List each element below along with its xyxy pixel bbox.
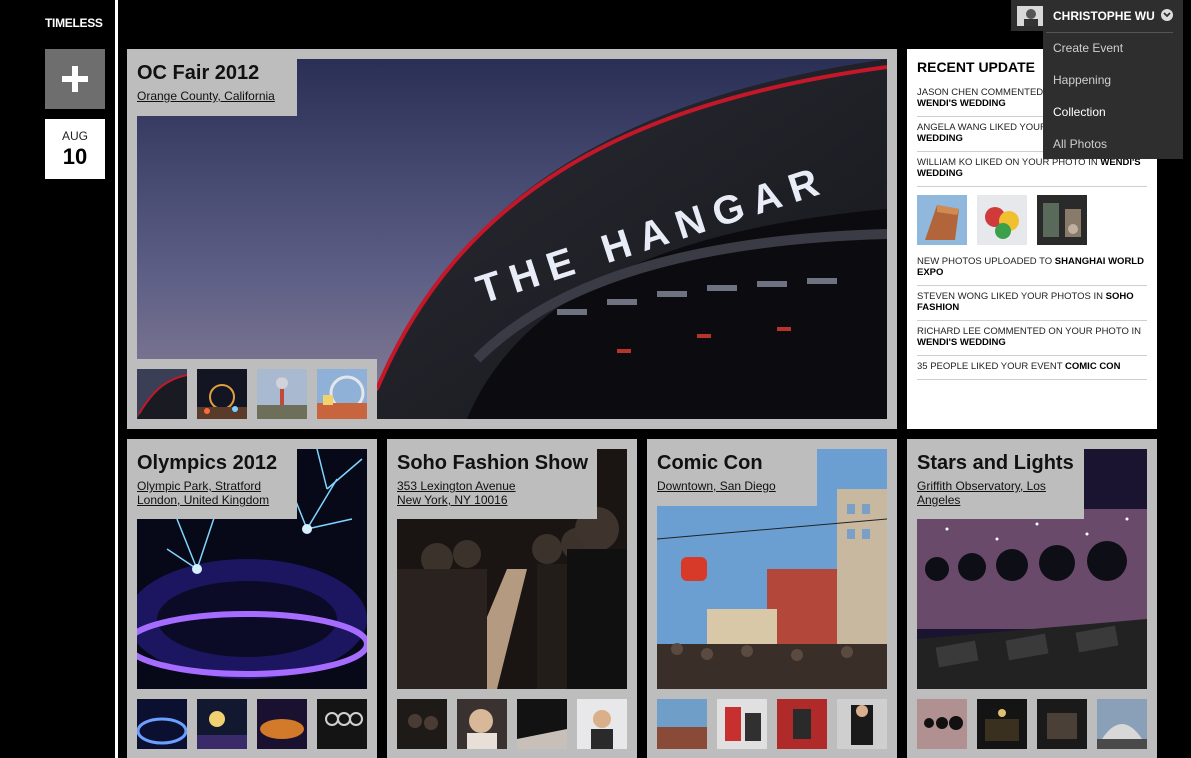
update-item[interactable]: RICHARD LEE COMMENTED ON YOUR PHOTO IN W…	[917, 321, 1147, 356]
menu-item-collection[interactable]: Collection	[1053, 105, 1106, 119]
left-rail: TIMELESS AUG 10	[0, 0, 118, 758]
app: { "brand": "TIMELESS", "date": { "month"…	[0, 0, 1191, 758]
thumbnail[interactable]	[137, 699, 187, 749]
event-title[interactable]: Olympics 2012	[137, 452, 287, 475]
thumbnail[interactable]	[457, 699, 507, 749]
thumbnail[interactable]	[257, 369, 307, 419]
thumbnail[interactable]	[917, 195, 967, 245]
event-location-line1[interactable]: Griffith Observatory, Los	[917, 479, 1074, 493]
date-badge: AUG 10	[45, 119, 105, 179]
date-day: 10	[62, 144, 88, 169]
user-name[interactable]: CHRISTOPHE WU	[1053, 9, 1155, 23]
date-month: AUG	[61, 129, 88, 143]
event-title[interactable]: Comic Con	[657, 452, 807, 475]
event-thumbnails	[657, 699, 887, 749]
thumbnail[interactable]	[837, 699, 887, 749]
update-item[interactable]: STEVEN WONG LIKED YOUR PHOTOS IN SOHO FA…	[917, 286, 1147, 321]
update-text: STEVEN WONG LIKED YOUR PHOTOS IN	[917, 291, 1106, 302]
menu-item-happening[interactable]: Happening	[1053, 73, 1111, 87]
rail-divider	[115, 0, 118, 758]
featured-title-block: OC Fair 2012 Orange County, California	[127, 49, 297, 116]
menu-item-all-photos[interactable]: All Photos	[1053, 137, 1107, 151]
chevron-down-icon[interactable]	[1161, 9, 1173, 21]
thumbnail[interactable]	[317, 369, 367, 419]
featured-event-title[interactable]: OC Fair 2012	[137, 62, 287, 85]
thumbnail[interactable]	[977, 699, 1027, 749]
thumbnail[interactable]	[397, 699, 447, 749]
event-card[interactable]: Soho Fashion Show 353 Lexington Avenue N…	[387, 439, 637, 758]
event-location-line1[interactable]: 353 Lexington Avenue	[397, 479, 587, 493]
event-title[interactable]: Soho Fashion Show	[397, 452, 588, 475]
thumbnail[interactable]	[717, 699, 767, 749]
thumbnail[interactable]	[1037, 699, 1087, 749]
event-title-block: Olympics 2012 Olympic Park, Stratford Lo…	[127, 439, 297, 519]
thumbnail[interactable]	[517, 699, 567, 749]
new-photo-thumbnails	[917, 187, 1147, 251]
user-menu-toggle[interactable]: CHRISTOPHE WU	[1011, 0, 1183, 31]
user-dropdown-menu: Create Event Happening Collection All Ph…	[1043, 31, 1183, 159]
add-event-button[interactable]	[45, 49, 105, 109]
update-event-link[interactable]: WENDI'S WEDDING	[917, 98, 1006, 109]
event-location-line1[interactable]: Downtown, San Diego	[657, 479, 807, 493]
plus-icon	[62, 66, 88, 92]
event-thumbnails	[397, 699, 627, 749]
thumbnail[interactable]	[977, 195, 1027, 245]
update-text: NEW PHOTOS UPLOADED TO	[917, 256, 1055, 267]
menu-divider	[1046, 32, 1173, 33]
thumbnail[interactable]	[257, 699, 307, 749]
featured-event-card[interactable]: THE HANGAR OC Fair 2012 Orange County, C…	[127, 49, 897, 429]
update-text: 35 PEOPLE LIKED YOUR EVENT	[917, 361, 1066, 372]
event-location-line1[interactable]: Olympic Park, Stratford	[137, 479, 287, 493]
thumbnail[interactable]	[917, 699, 967, 749]
update-item[interactable]: NEW PHOTOS UPLOADED TO SHANGHAI WORLD EX…	[917, 251, 1147, 286]
thumbnail[interactable]	[137, 369, 187, 419]
event-card[interactable]: Stars and Lights Griffith Observatory, L…	[907, 439, 1157, 758]
update-item[interactable]: 35 PEOPLE LIKED YOUR EVENT COMIC CON	[917, 356, 1147, 380]
menu-item-create-event[interactable]: Create Event	[1053, 41, 1123, 55]
event-title-block: Soho Fashion Show 353 Lexington Avenue N…	[387, 439, 597, 519]
event-card[interactable]: Comic Con Downtown, San Diego	[647, 439, 897, 758]
thumbnail[interactable]	[657, 699, 707, 749]
brand-logo[interactable]: TIMELESS	[45, 16, 103, 30]
event-card[interactable]: Olympics 2012 Olympic Park, Stratford Lo…	[127, 439, 377, 758]
thumbnail[interactable]	[317, 699, 367, 749]
event-location-line2[interactable]: London, United Kingdom	[137, 493, 287, 507]
thumbnail[interactable]	[777, 699, 827, 749]
event-thumbnails	[137, 699, 367, 749]
update-event-link[interactable]: WENDI'S WEDDING	[917, 337, 1006, 348]
event-title-block: Comic Con Downtown, San Diego	[647, 439, 817, 506]
thumbnail[interactable]	[1037, 195, 1087, 245]
event-title-block: Stars and Lights Griffith Observatory, L…	[907, 439, 1084, 519]
featured-event-location[interactable]: Orange County, California	[137, 89, 287, 103]
event-thumbnails	[917, 699, 1147, 749]
featured-thumbnails	[127, 359, 377, 429]
event-location-line2[interactable]: Angeles	[917, 493, 1074, 507]
update-text: RICHARD LEE COMMENTED ON YOUR PHOTO IN	[917, 326, 1141, 337]
update-event-link[interactable]: COMIC CON	[1065, 361, 1120, 372]
thumbnail[interactable]	[197, 699, 247, 749]
avatar[interactable]	[1017, 5, 1043, 26]
event-location-line2[interactable]: New York, NY 10016	[397, 493, 587, 507]
thumbnail[interactable]	[197, 369, 247, 419]
event-title[interactable]: Stars and Lights	[917, 452, 1074, 475]
thumbnail[interactable]	[1097, 699, 1147, 749]
thumbnail[interactable]	[577, 699, 627, 749]
